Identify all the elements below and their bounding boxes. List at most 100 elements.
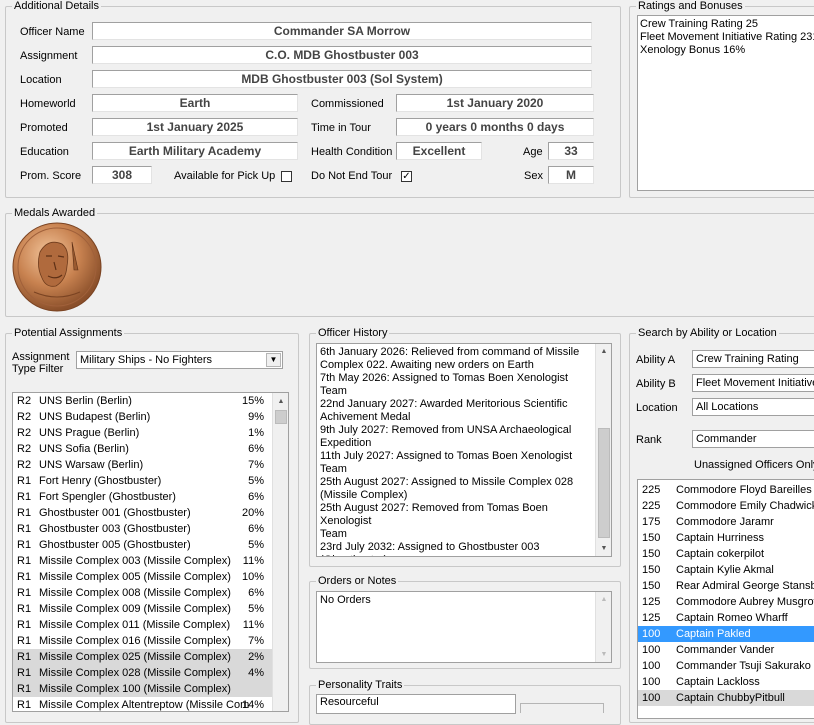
table-row[interactable]: R2 UNS Warsaw (Berlin) 7% xyxy=(13,457,272,473)
table-row[interactable]: R1 Missile Complex 009 (Missile Complex) 5… xyxy=(13,601,272,617)
table-row[interactable]: R1 Fort Henry (Ghostbuster) 5% xyxy=(13,473,272,489)
medal-icon[interactable] xyxy=(12,222,102,312)
homeworld-field[interactable]: Earth xyxy=(92,94,298,112)
officer-name: Captain Kylie Akmal xyxy=(676,564,774,576)
officer-name: Commander Vander xyxy=(676,644,775,656)
time-in-tour-field[interactable]: 0 years 0 months 0 days xyxy=(396,118,594,136)
officer-name: Commodore Emily Chadwick xyxy=(676,500,814,512)
history-line: 23rd July 2032: Assigned to Ghostbuster … xyxy=(320,541,540,553)
search-title: Search by Ability or Location xyxy=(636,326,779,340)
table-row[interactable]: R2 UNS Prague (Berlin) 1% xyxy=(13,425,272,441)
potential-list[interactable]: R2 UNS Berlin (Berlin) 15% R2 UNS Budapest (… xyxy=(12,392,289,712)
table-row[interactable]: R2 UNS Sofia (Berlin) 6% xyxy=(13,441,272,457)
officer-score: 150 xyxy=(642,580,661,592)
history-scrollbar[interactable]: ▲ ▼ xyxy=(595,344,611,556)
medals-title: Medals Awarded xyxy=(12,206,98,220)
education-field[interactable]: Earth Military Academy xyxy=(92,142,298,160)
row-name: Missile Complex 008 (Missile Complex) xyxy=(39,587,231,599)
orders-text[interactable]: No Orders ▲ ▼ xyxy=(316,591,612,663)
rank-select[interactable]: Commander xyxy=(692,430,814,448)
ratings-list[interactable]: Crew Training Rating 25 Fleet Movement I… xyxy=(637,15,814,191)
table-row[interactable]: R1 Ghostbuster 005 (Ghostbuster) 5% xyxy=(13,537,272,553)
table-row[interactable]: R1 Missile Complex 025 (Missile Complex) 2… xyxy=(13,649,272,665)
officer-score: 100 xyxy=(642,676,661,688)
list-item[interactable]: 150 Captain cokerpilot xyxy=(638,546,814,562)
table-row[interactable]: R1 Ghostbuster 001 (Ghostbuster) 20% xyxy=(13,505,272,521)
scroll-up-icon[interactable]: ▲ xyxy=(274,394,288,409)
list-item[interactable]: 100 Commander Tsuji Sakurako xyxy=(638,658,814,674)
list-item[interactable]: 225 Commodore Floyd Bareilles xyxy=(638,482,814,498)
commissioned-label: Commissioned xyxy=(311,98,384,110)
scroll-up-icon[interactable]: ▲ xyxy=(597,344,611,359)
pickup-label: Available for Pick Up xyxy=(174,170,276,182)
list-item[interactable]: 125 Captain Romeo Wharff xyxy=(638,610,814,626)
history-text[interactable]: 6th January 2026: Relieved from command … xyxy=(316,343,612,557)
list-item[interactable]: 100 Captain Pakled xyxy=(638,626,814,642)
table-row[interactable]: R1 Ghostbuster 003 (Ghostbuster) 6% xyxy=(13,521,272,537)
table-row[interactable]: R1 Missile Complex 100 (Missile Complex) xyxy=(13,681,272,697)
list-item[interactable]: 125 Commodore Aubrey Musgrove xyxy=(638,594,814,610)
officer-score: 175 xyxy=(642,516,661,528)
row-pct: 6% xyxy=(248,523,264,535)
sex-field[interactable]: M xyxy=(548,166,594,184)
ability-b-select[interactable]: Fleet Movement Initiative xyxy=(692,374,814,392)
health-field[interactable]: Excellent xyxy=(396,142,482,160)
list-item[interactable]: 150 Captain Hurriness xyxy=(638,530,814,546)
scroll-up-icon[interactable]: ▲ xyxy=(597,592,611,607)
officer-name: Captain Lackloss xyxy=(676,676,760,688)
assignment-field[interactable]: C.O. MDB Ghostbuster 003 xyxy=(92,46,592,64)
additional-details-title: Additional Details xyxy=(12,0,101,13)
search-results-list[interactable]: 225 Commodore Floyd Bareilles 225 Commodore… xyxy=(637,479,814,719)
list-item[interactable]: 100 Commander Vander xyxy=(638,642,814,658)
location-field[interactable]: MDB Ghostbuster 003 (Sol System) xyxy=(92,70,592,88)
personality-title: Personality Traits xyxy=(316,678,405,692)
dnet-checkbox[interactable]: ✓ xyxy=(401,171,412,182)
row-pct: 6% xyxy=(248,587,264,599)
prom-score-field[interactable]: 308 xyxy=(92,166,152,184)
table-row[interactable]: R1 Missile Complex 005 (Missile Complex) 1… xyxy=(13,569,272,585)
row-name: Ghostbuster 001 (Ghostbuster) xyxy=(39,507,191,519)
row-rank: R2 xyxy=(17,427,32,439)
list-item[interactable]: 150 Captain Kylie Akmal xyxy=(638,562,814,578)
age-label: Age xyxy=(523,146,543,158)
list-item[interactable]: 225 Commodore Emily Chadwick xyxy=(638,498,814,514)
education-label: Education xyxy=(20,146,69,158)
ratings-title: Ratings and Bonuses xyxy=(636,0,745,13)
history-line: 22nd January 2027: Awarded Meritorious S… xyxy=(320,398,568,410)
officer-score: 100 xyxy=(642,644,661,656)
table-row[interactable]: R1 Missile Complex 008 (Missile Complex) 6… xyxy=(13,585,272,601)
promoted-field[interactable]: 1st January 2025 xyxy=(92,118,298,136)
time-in-tour-label: Time in Tour xyxy=(311,122,371,134)
unassigned-label[interactable]: Unassigned Officers Only xyxy=(694,458,814,472)
orders-scrollbar[interactable]: ▲ ▼ xyxy=(595,592,611,662)
ability-a-select[interactable]: Crew Training Rating xyxy=(692,350,814,368)
history-line: Complex 022. Awaiting new orders on Eart… xyxy=(320,359,534,371)
list-item[interactable]: 100 Captain ChubbyPitbull xyxy=(638,690,814,706)
search-location-select[interactable]: All Locations xyxy=(692,398,814,416)
table-row[interactable]: R1 Fort Spengler (Ghostbuster) 6% xyxy=(13,489,272,505)
assignment-filter-select[interactable]: Military Ships - No Fighters ▼ xyxy=(76,351,283,369)
table-row[interactable]: R1 Missile Complex 016 (Missile Complex) 7… xyxy=(13,633,272,649)
table-row[interactable]: R1 Missile Complex 028 (Missile Complex) 4… xyxy=(13,665,272,681)
personality-list[interactable]: Resourceful xyxy=(316,694,516,714)
chevron-down-icon[interactable]: ▼ xyxy=(266,353,281,367)
age-field[interactable]: 33 xyxy=(548,142,594,160)
table-row[interactable]: R2 UNS Berlin (Berlin) 15% xyxy=(13,393,272,409)
list-item[interactable]: 175 Commodore Jaramr xyxy=(638,514,814,530)
scroll-thumb[interactable] xyxy=(275,410,287,424)
list-item[interactable]: 100 Captain Lackloss xyxy=(638,674,814,690)
scroll-down-icon[interactable]: ▼ xyxy=(597,541,611,556)
pickup-checkbox[interactable] xyxy=(281,171,292,182)
table-row[interactable]: R1 Missile Complex 011 (Missile Complex) 1… xyxy=(13,617,272,633)
list-item[interactable]: 150 Rear Admiral George Stansbe xyxy=(638,578,814,594)
row-name: Missile Complex 025 (Missile Complex) xyxy=(39,651,231,663)
scroll-down-icon[interactable]: ▼ xyxy=(597,647,611,662)
scroll-thumb[interactable] xyxy=(598,428,610,538)
potential-scrollbar[interactable]: ▲ xyxy=(272,393,288,711)
commissioned-field[interactable]: 1st January 2020 xyxy=(396,94,594,112)
officer-score: 100 xyxy=(642,660,661,672)
table-row[interactable]: R2 UNS Budapest (Berlin) 9% xyxy=(13,409,272,425)
table-row[interactable]: R1 Missile Complex Altentreptow (Missile … xyxy=(13,697,272,711)
officer-name-field[interactable]: Commander SA Morrow xyxy=(92,22,592,40)
table-row[interactable]: R1 Missile Complex 003 (Missile Complex) 1… xyxy=(13,553,272,569)
